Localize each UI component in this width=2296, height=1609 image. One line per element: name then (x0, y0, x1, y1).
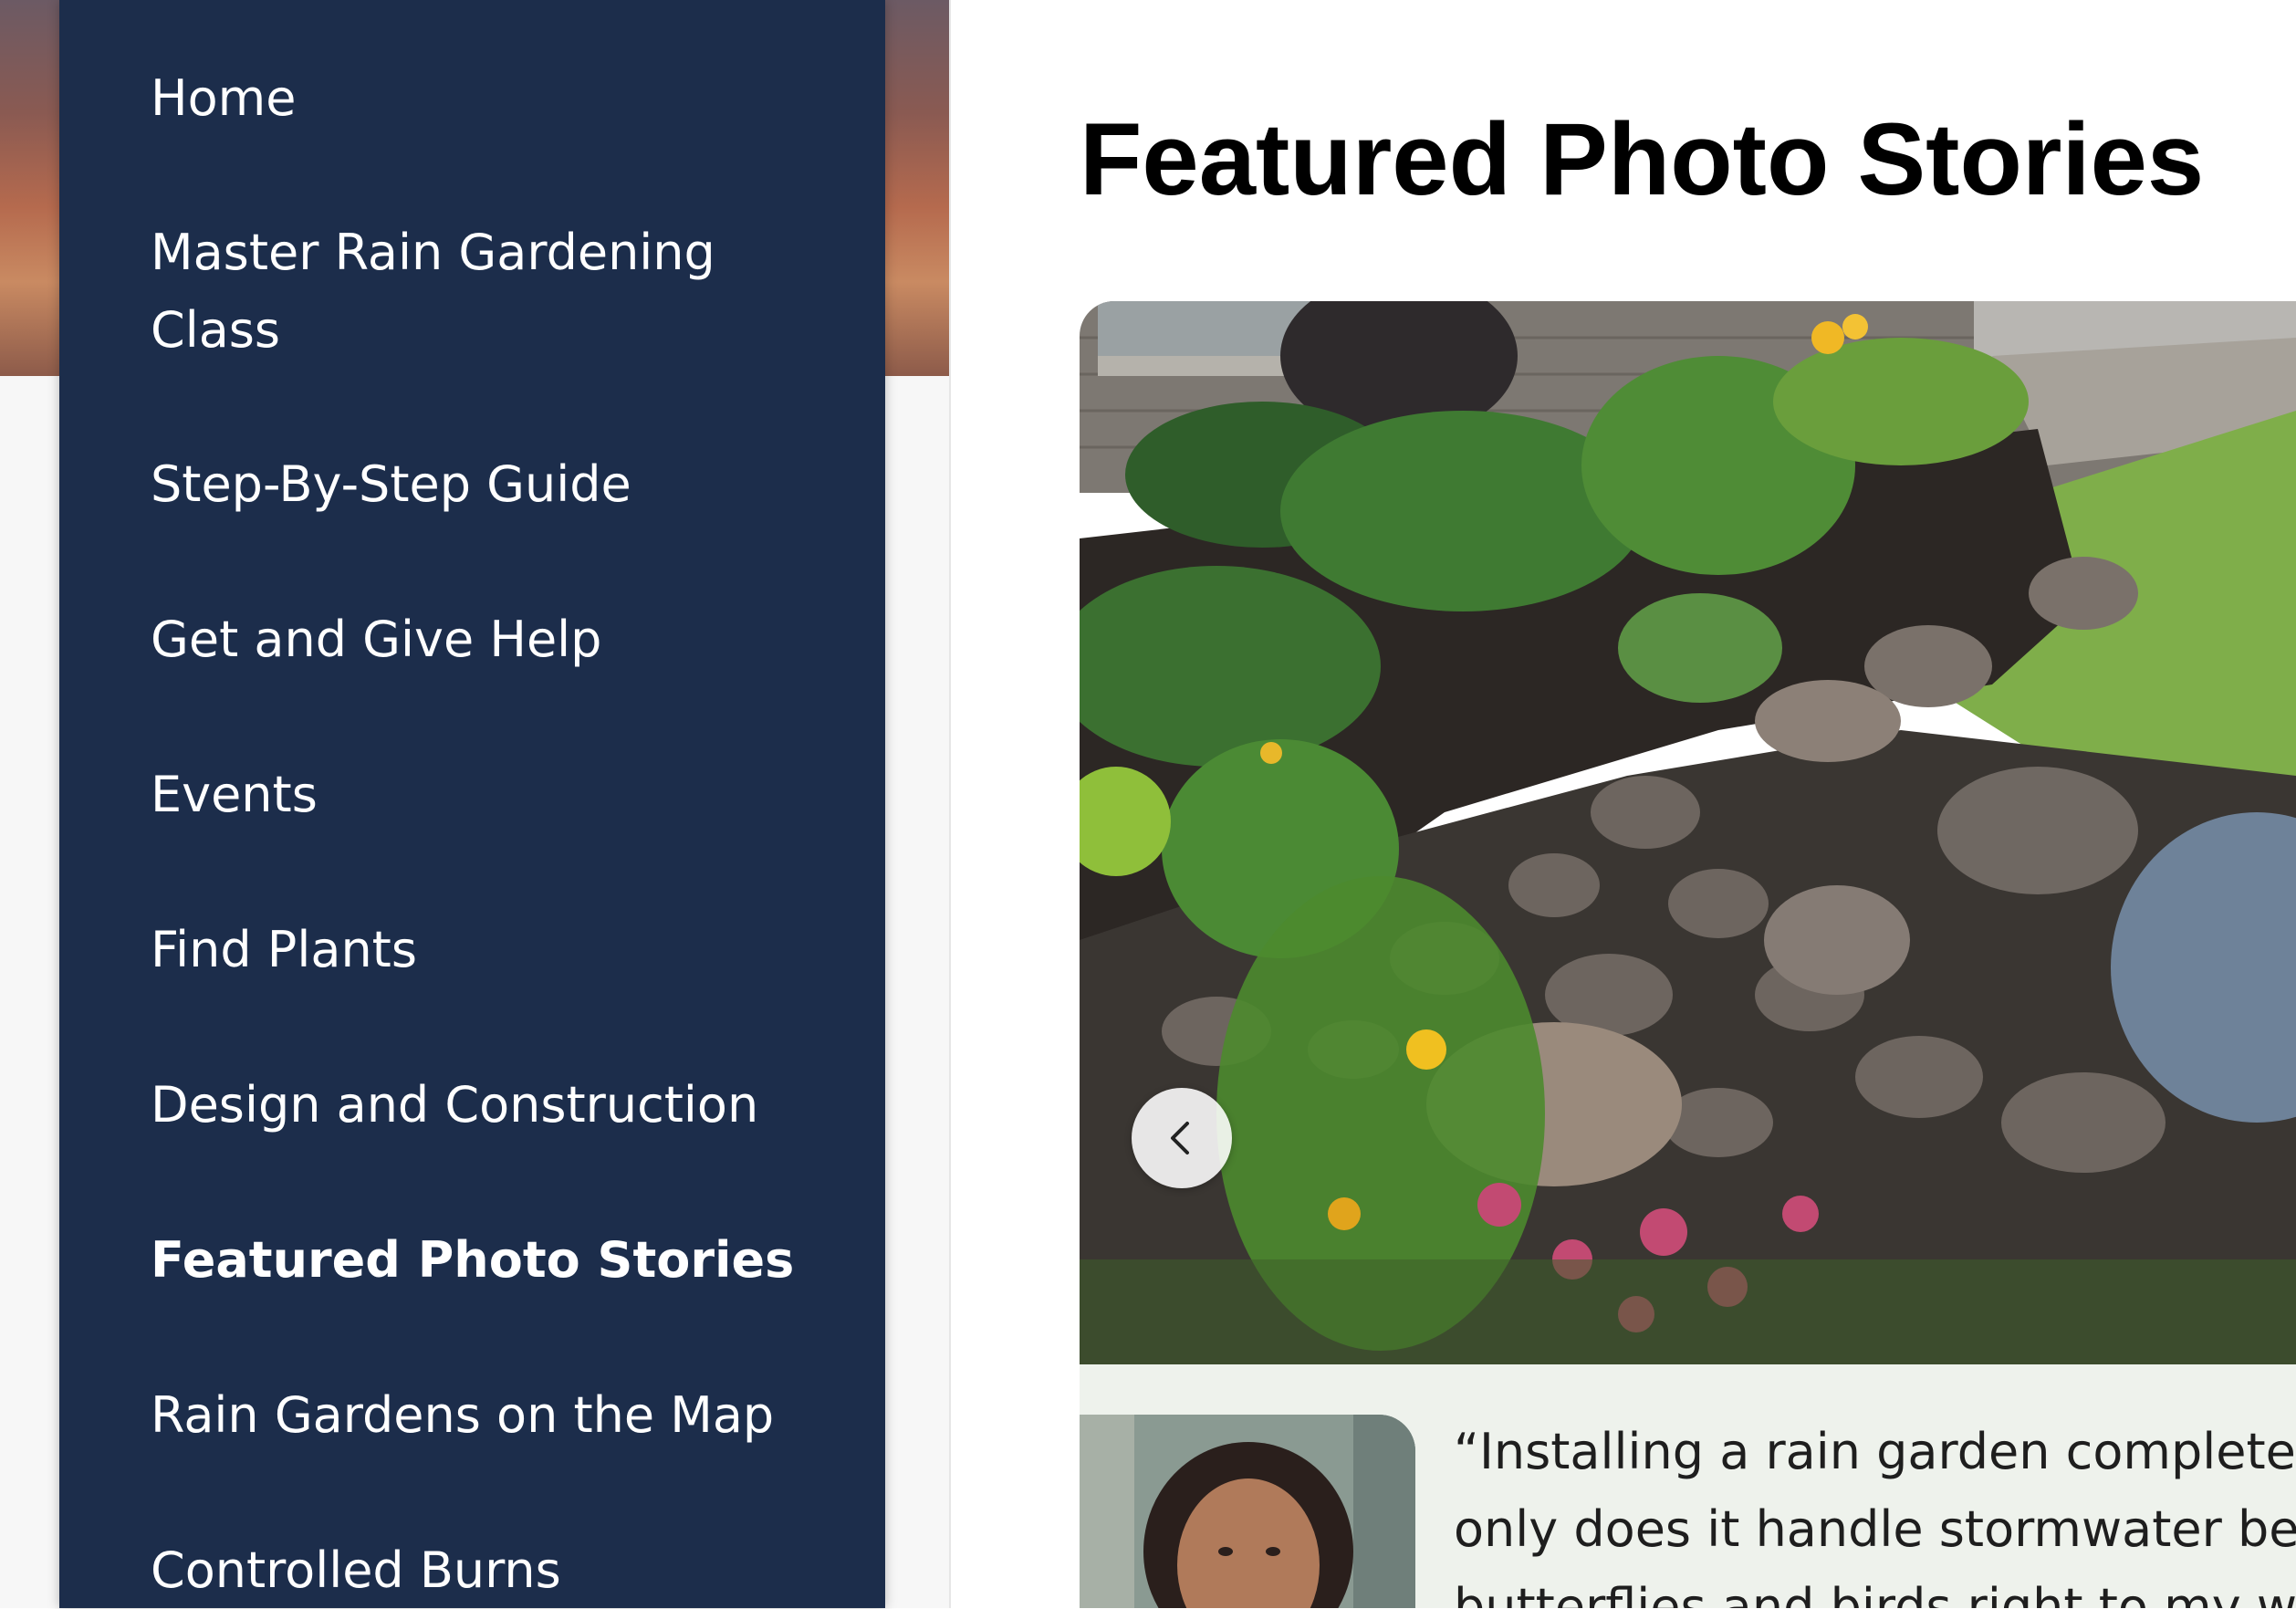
page-title: Featured Photo Stories (1080, 102, 2205, 216)
sidebar-item-find-plants[interactable]: Find Plants (151, 911, 826, 988)
content-divider (949, 0, 951, 1608)
sidebar-item-master-rain-gardening-class[interactable]: Master Rain Gardening Class (151, 214, 826, 369)
sidebar-item-design-and-construction[interactable]: Design and Construction (151, 1066, 826, 1144)
sidebar-item-featured-photo-stories[interactable]: Featured Photo Stories (151, 1221, 826, 1299)
photo-story-carousel: “Installing a rain garden completely onl… (1080, 301, 2296, 1608)
sidebar-item-step-by-step-guide[interactable]: Step-By-Step Guide (151, 445, 826, 523)
sidebar-nav: Home Master Rain Gardening Class Step-By… (59, 0, 885, 1608)
sidebar-item-events[interactable]: Events (151, 756, 826, 833)
chevron-left-icon (1171, 1122, 1189, 1155)
carousel-prev-button[interactable] (1132, 1088, 1232, 1188)
sidebar-item-rain-gardens-on-the-map[interactable]: Rain Gardens on the Map (151, 1376, 826, 1454)
quote-line: “Installing a rain garden completely (1454, 1423, 2296, 1480)
sidebar-item-get-and-give-help[interactable]: Get and Give Help (151, 601, 826, 678)
sidebar-item-controlled-burns[interactable]: Controlled Burns (151, 1531, 826, 1609)
storyteller-portrait (1080, 1415, 1415, 1608)
sidebar-item-home[interactable]: Home (151, 59, 826, 137)
quote-line: butterflies and birds right to my wi (1454, 1578, 2296, 1608)
quote-line: only does it handle stormwater bea (1454, 1500, 2296, 1558)
story-quote: “Installing a rain garden completely onl… (1454, 1413, 2296, 1608)
rain-garden-photo (1080, 301, 2296, 1364)
